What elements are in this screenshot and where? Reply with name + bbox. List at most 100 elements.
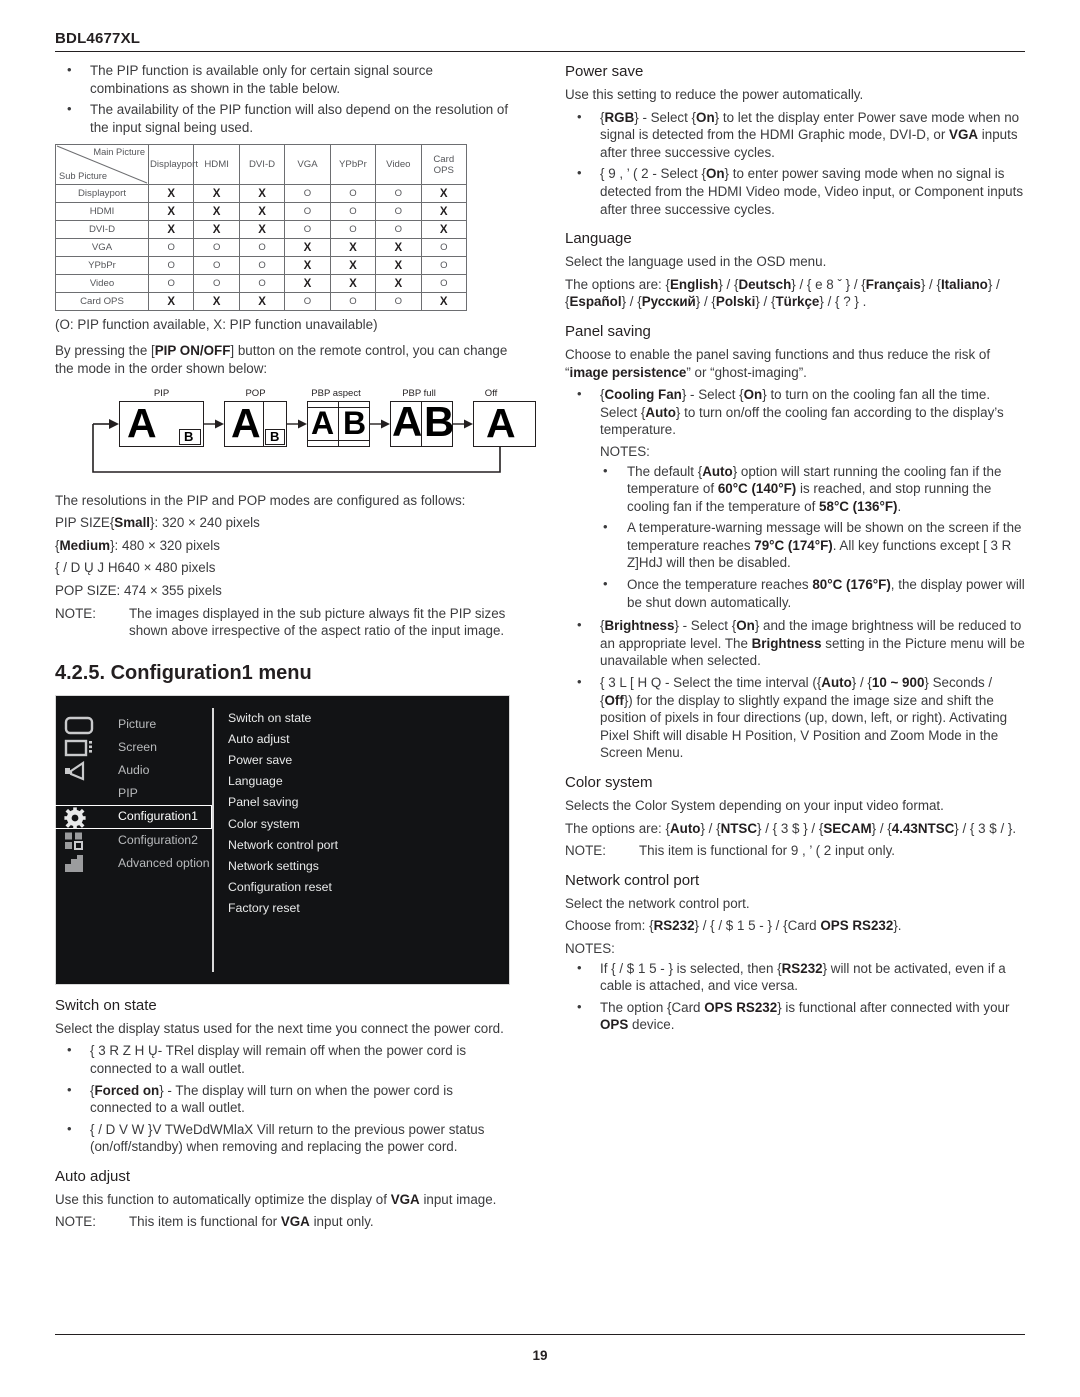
page-title: 4.2.5. Configuration1 menu bbox=[55, 661, 312, 684]
sidebar-item-label: PIP bbox=[118, 786, 138, 801]
osd-option-panel-saving[interactable]: Panel saving bbox=[228, 792, 501, 813]
sidebar-item-label: Configuration2 bbox=[118, 832, 198, 847]
osd-option-configuration-reset[interactable]: Configuration reset bbox=[228, 877, 501, 898]
row-label: Card OPS bbox=[55, 292, 149, 312]
flow-letter-a-pop: A bbox=[231, 399, 261, 446]
flow-caption-pip: PIP bbox=[153, 387, 170, 399]
page-number: 19 bbox=[532, 1348, 548, 1363]
cell: X bbox=[284, 274, 331, 294]
pip-compatibility-table: Main Picture Sub Picture Displayport HDM… bbox=[55, 144, 468, 312]
cell: X bbox=[193, 184, 240, 204]
cell: X bbox=[284, 238, 331, 258]
note-text: This item is functional for VGA input on… bbox=[129, 1214, 374, 1230]
panel-saving-notes: The default {Auto} option will start run… bbox=[565, 462, 1025, 612]
cell: O bbox=[329, 184, 377, 204]
heading-panel-saving: Panel saving bbox=[565, 322, 651, 340]
cell: O bbox=[284, 202, 331, 222]
cell: X bbox=[420, 202, 468, 222]
table-row: Video O O O X X X O bbox=[55, 274, 468, 294]
network-control-port-choose: Choose from: {RS232} / { / $ 1 5 - } / {… bbox=[565, 918, 902, 934]
matrix-legend: (O: PIP function available, X: PIP funct… bbox=[55, 317, 378, 333]
panel-saving-bullets: {Cooling Fan} - Select {On} to turn on t… bbox=[565, 385, 1025, 439]
picture-icon bbox=[64, 715, 98, 735]
flow-letter-b-pip: B bbox=[184, 428, 194, 444]
cell: O bbox=[329, 220, 377, 240]
color-system-intro: Selects the Color System depending on yo… bbox=[565, 798, 944, 813]
corner-sub-label: Sub Picture bbox=[59, 171, 108, 182]
osd-option-auto-adjust[interactable]: Auto adjust bbox=[228, 729, 501, 750]
cell: X bbox=[420, 292, 468, 312]
table-row: HDMI X X X O O O X bbox=[55, 202, 468, 222]
cell: O bbox=[284, 220, 331, 240]
osd-option-list: Switch on state Auto adjust Power save L… bbox=[228, 708, 501, 980]
osd-option-factory-reset[interactable]: Factory reset bbox=[228, 898, 501, 919]
cell: O bbox=[238, 256, 286, 276]
osd-option-language[interactable]: Language bbox=[228, 771, 501, 792]
osd-option-power-save[interactable]: Power save bbox=[228, 750, 501, 771]
flow-letter-b-pbp-aspect: B bbox=[343, 404, 367, 441]
right-column: Power save Use this setting to reduce th… bbox=[565, 62, 1025, 1038]
corner-main-label: Main Picture bbox=[93, 147, 145, 158]
cell: X bbox=[238, 202, 286, 222]
flow-caption-pbp-aspect: PBP aspect bbox=[311, 387, 361, 399]
osd-divider bbox=[212, 707, 214, 972]
sidebar-item-picture[interactable]: Picture bbox=[60, 713, 212, 736]
cell: X bbox=[329, 274, 377, 294]
cell: O bbox=[420, 256, 468, 276]
sidebar-item-audio[interactable]: Audio bbox=[60, 759, 212, 782]
model-number: BDL4677XL bbox=[55, 30, 141, 47]
panel-saving-notes-label: NOTES: bbox=[600, 443, 650, 459]
osd-option-network-settings[interactable]: Network settings bbox=[228, 856, 501, 877]
list-item: { 3 R Z H Ų- TRel display will remain of… bbox=[55, 1041, 515, 1077]
header-rule bbox=[55, 51, 1025, 52]
matrix-corner-cell: Main Picture Sub Picture bbox=[55, 144, 149, 186]
osd-option-switch-on-state[interactable]: Switch on state bbox=[228, 708, 501, 729]
sidebar-item-advanced-option[interactable]: Advanced option bbox=[60, 852, 212, 875]
cell: X bbox=[284, 256, 331, 276]
note-text: This item is functional for 9 , ’ ( 2 in… bbox=[639, 843, 896, 859]
cell: O bbox=[420, 274, 468, 294]
pip-size-row-2: { / D Ų J H640 × 480 pixels bbox=[55, 560, 216, 576]
language-intro: Select the language used in the OSD menu… bbox=[565, 254, 827, 270]
sidebar-item-label: Configuration1 bbox=[118, 809, 198, 824]
list-item: {Cooling Fan} - Select {On} to turn on t… bbox=[565, 385, 1025, 439]
osd-option-network-control-port[interactable]: Network control port bbox=[228, 835, 501, 856]
cell: X bbox=[147, 184, 195, 204]
list-item: The default {Auto} option will start run… bbox=[565, 462, 1025, 516]
sidebar-item-configuration2[interactable]: Configuration2 bbox=[60, 829, 212, 852]
heading-auto-adjust: Auto adjust bbox=[55, 1167, 131, 1185]
osd-inner-frame: Picture Screen Audio PIP Configuration1 … bbox=[38, 699, 505, 980]
auto-adjust-intro: Use this function to automatically optim… bbox=[55, 1191, 497, 1207]
sidebar-item-configuration1[interactable]: Configuration1 bbox=[38, 805, 212, 830]
cell: X bbox=[375, 274, 422, 294]
page-header: BDL4677XL bbox=[55, 30, 1025, 52]
heading-color-system: Color system bbox=[565, 774, 653, 791]
row-label: HDMI bbox=[55, 202, 149, 222]
list-item: { 3 L [ H Q - Select the time interval (… bbox=[565, 673, 1025, 762]
sidebar-item-label: Screen bbox=[118, 739, 157, 754]
osd-option-color-system[interactable]: Color system bbox=[228, 814, 501, 835]
sidebar-item-label: Audio bbox=[118, 763, 150, 778]
list-item: The option {Card OPS RS232} is functiona… bbox=[565, 998, 1025, 1034]
row-label: Video bbox=[55, 274, 149, 294]
sidebar-item-pip[interactable]: PIP bbox=[60, 782, 212, 805]
pip-intro-bullets: The PIP function is available only for c… bbox=[55, 61, 515, 136]
resolutions-intro: The resolutions in the PIP and POP modes… bbox=[55, 492, 466, 508]
flow-letter-a-pbp-full: A bbox=[392, 397, 423, 445]
table-row: DVI-D X X X O O O X bbox=[55, 220, 468, 240]
heading-power-save: Power save bbox=[565, 63, 644, 80]
cell: O bbox=[238, 274, 286, 294]
flow-caption-pop: POP bbox=[245, 387, 266, 399]
network-control-port-intro: Select the network control port. bbox=[565, 895, 750, 911]
audio-icon bbox=[64, 761, 98, 781]
list-item: If { / $ 1 5 - } is selected, then {RS23… bbox=[565, 959, 1025, 995]
sidebar-item-screen[interactable]: Screen bbox=[60, 736, 212, 759]
auto-adjust-note: NOTE: This item is functional for VGA in… bbox=[55, 1213, 515, 1231]
row-label: YPbPr bbox=[55, 256, 149, 276]
cell: O bbox=[375, 292, 422, 312]
left-column: The PIP function is available only for c… bbox=[38, 61, 536, 1231]
list-item: {RGB} - Select {On} to let the display e… bbox=[565, 108, 1025, 162]
list-item: The availability of the PIP function wil… bbox=[55, 100, 515, 136]
pip-icon bbox=[64, 784, 98, 804]
cell: X bbox=[193, 220, 240, 240]
